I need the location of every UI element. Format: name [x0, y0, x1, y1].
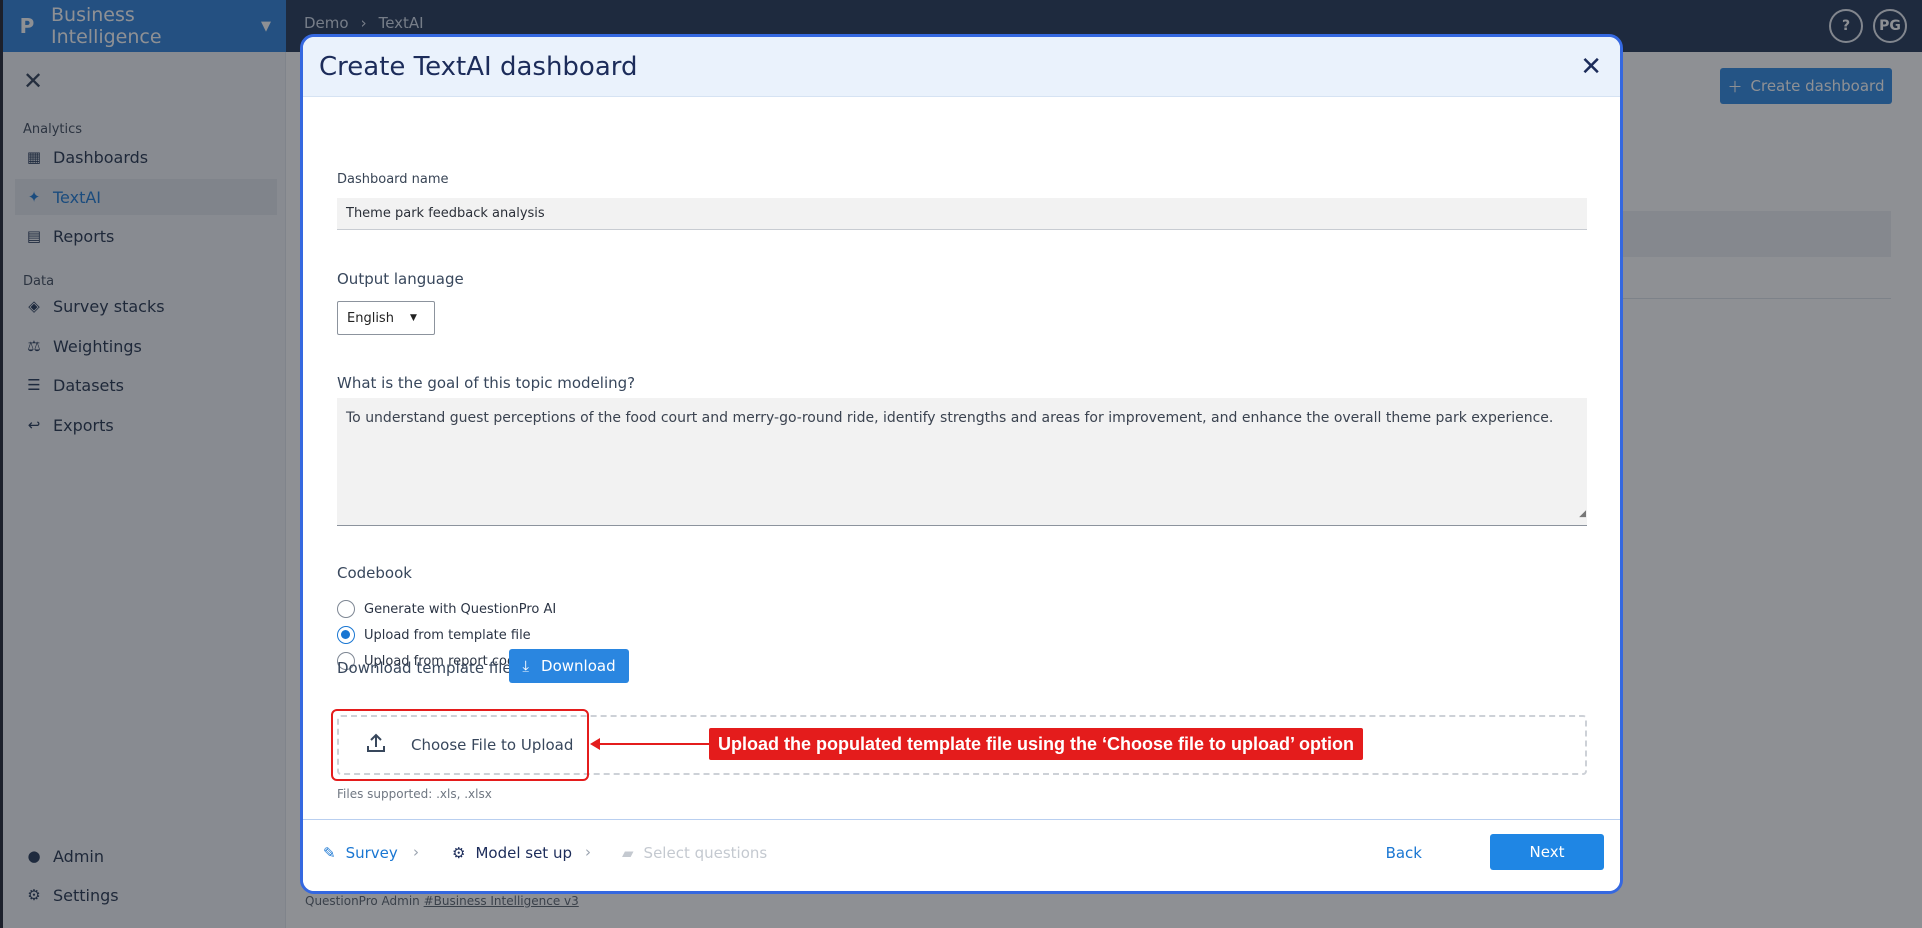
next-button[interactable]: Next	[1490, 834, 1604, 870]
annotation-callout: Upload the populated template file using…	[709, 728, 1364, 760]
output-language-select[interactable]: English ▼	[337, 301, 435, 335]
goal-label: What is the goal of this topic modeling?	[337, 374, 636, 392]
radio-label: Upload from template file	[364, 627, 531, 643]
step-model-setup[interactable]: ⚙ Model set up	[452, 844, 572, 862]
files-supported-note: Files supported: .xls, .xlsx	[337, 787, 492, 801]
radio-button-selected[interactable]	[337, 626, 355, 644]
output-language-label: Output language	[337, 270, 464, 288]
check-pencil-icon: ✎	[323, 844, 336, 862]
chat-icon: ▰	[622, 844, 634, 862]
modal-title: Create TextAI dashboard	[319, 51, 638, 82]
codebook-label: Codebook	[337, 564, 412, 582]
codebook-option-template[interactable]: Upload from template file	[337, 626, 531, 644]
annotation-highlight-box	[331, 709, 589, 781]
step-label: Survey	[345, 844, 398, 862]
step-select-questions: ▰ Select questions	[622, 844, 767, 862]
step-label: Select questions	[643, 844, 768, 862]
download-template-label: Download template file	[337, 659, 512, 677]
download-icon: ⤓	[522, 657, 530, 675]
radio-button[interactable]	[337, 600, 355, 618]
output-language-value: English	[347, 310, 394, 326]
caret-down-icon: ▼	[409, 313, 417, 323]
back-button[interactable]: Back	[1386, 844, 1422, 862]
goal-textarea[interactable]: To understand guest perceptions of the f…	[337, 398, 1587, 526]
create-textai-dashboard-modal: Create TextAI dashboard ✕ Dashboard name…	[300, 34, 1623, 894]
modal-header: Create TextAI dashboard ✕	[303, 37, 1620, 97]
radio-label: Generate with QuestionPro AI	[364, 601, 557, 617]
goal-text: To understand guest perceptions of the f…	[346, 410, 1554, 426]
annotation-arrow	[590, 738, 712, 750]
chevron-right-icon: ›	[413, 843, 419, 861]
dashboard-name-label: Dashboard name	[337, 172, 449, 187]
modal-body: Dashboard name Theme park feedback analy…	[303, 98, 1620, 822]
download-button[interactable]: ⤓ Download	[509, 649, 629, 683]
step-survey[interactable]: ✎ Survey	[323, 844, 398, 862]
modal-footer: ✎ Survey › ⚙ Model set up › ▰ Select que…	[303, 819, 1620, 891]
download-button-label: Download	[541, 657, 616, 675]
chevron-right-icon: ›	[585, 843, 591, 861]
dashboard-name-input[interactable]: Theme park feedback analysis	[337, 198, 1587, 230]
gear-icon: ⚙	[452, 844, 466, 862]
resize-handle-icon[interactable]: ◢	[1579, 504, 1586, 524]
codebook-option-generate[interactable]: Generate with QuestionPro AI	[337, 600, 556, 618]
close-icon[interactable]: ✕	[1580, 52, 1602, 82]
step-label: Model set up	[475, 844, 572, 862]
